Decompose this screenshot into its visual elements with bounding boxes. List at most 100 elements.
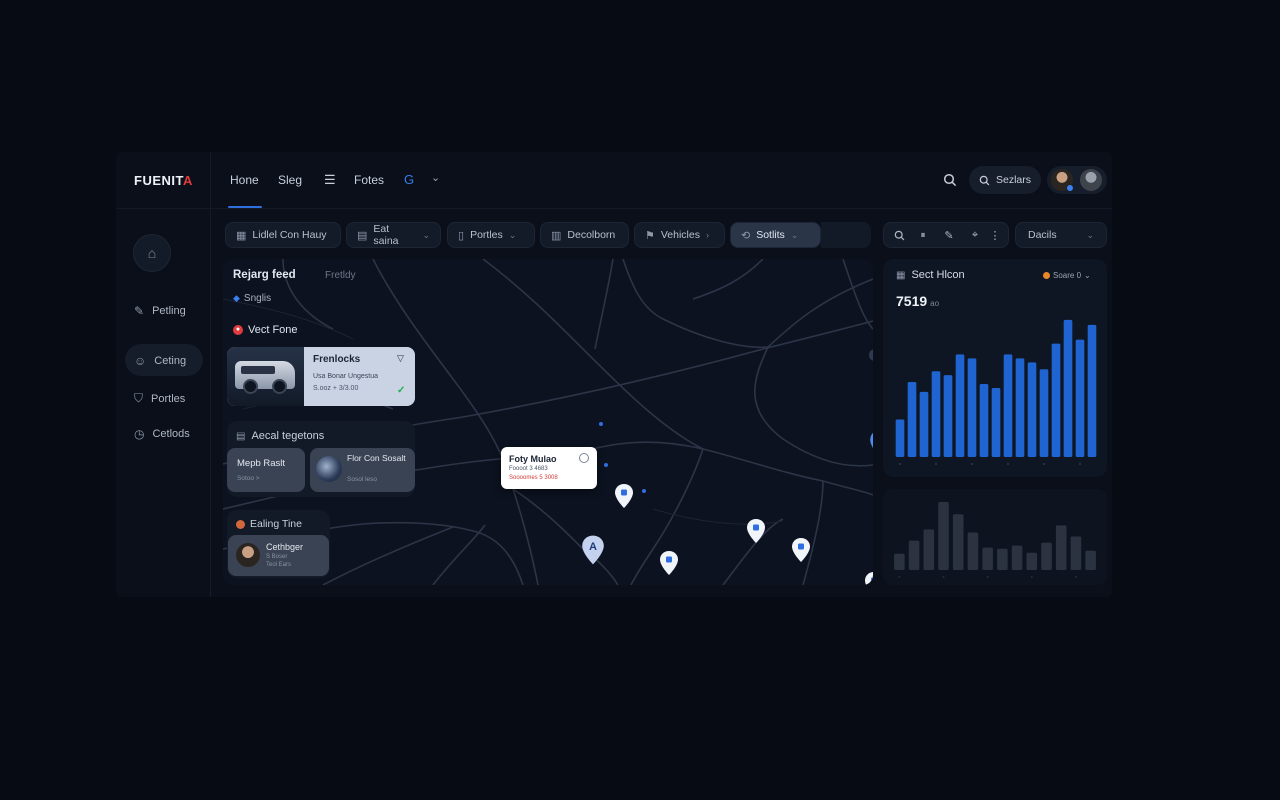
chart-bar[interactable] bbox=[1027, 362, 1037, 457]
chart-bar[interactable] bbox=[923, 529, 935, 570]
nav-home[interactable]: Hone bbox=[230, 173, 259, 187]
search-icon[interactable] bbox=[940, 170, 960, 190]
vert-fone-header: ● Vect Fone bbox=[233, 324, 298, 336]
chevron-down-icon[interactable]: ▽ bbox=[397, 353, 404, 364]
route-icon: ⟲ bbox=[741, 229, 751, 242]
chevron-right-icon: › bbox=[705, 230, 709, 240]
chart-bar[interactable] bbox=[979, 384, 989, 457]
chart-bar[interactable] bbox=[907, 382, 917, 457]
svg-text:A: A bbox=[589, 541, 597, 553]
filter-pill[interactable]: ▤ Eat saina ⌄ bbox=[346, 222, 441, 248]
chart-bar[interactable] bbox=[1070, 536, 1082, 570]
app-logo[interactable]: FUENITA bbox=[134, 173, 193, 188]
map-pin-icon[interactable]: A bbox=[581, 534, 605, 566]
chart-bar[interactable] bbox=[1063, 319, 1073, 457]
chart-bar[interactable] bbox=[938, 502, 949, 570]
chevron-down-icon: ⌄ bbox=[790, 229, 799, 240]
filter-pill-active[interactable]: ⟲ Sotlits ⌄ bbox=[730, 222, 821, 248]
chart-bar[interactable] bbox=[955, 354, 965, 457]
filter-pill[interactable]: ▯ Portles ⌄ bbox=[447, 222, 535, 248]
billing-card[interactable]: Cethbger S Boser Teol Ears bbox=[228, 535, 329, 576]
map-pin-icon[interactable] bbox=[746, 518, 766, 544]
details-dropdown[interactable]: Dacils ⌄ bbox=[1015, 222, 1107, 248]
chart-bar[interactable] bbox=[952, 514, 964, 570]
chevron-down-icon[interactable]: ⌄ bbox=[431, 171, 440, 184]
info-icon[interactable] bbox=[579, 453, 589, 463]
pen-icon[interactable]: ✎ bbox=[942, 228, 956, 242]
chart-bar[interactable] bbox=[1075, 339, 1085, 457]
avatar bbox=[236, 543, 260, 567]
singles-toggle[interactable]: ◆ Snglis bbox=[233, 293, 271, 304]
sidebar-item-ceting[interactable]: ☺ Ceting bbox=[134, 354, 186, 368]
menu-icon[interactable]: ☰ bbox=[324, 172, 336, 188]
chart-bar[interactable] bbox=[895, 419, 905, 457]
chart-bar[interactable] bbox=[1055, 525, 1067, 570]
chart-bar[interactable] bbox=[1026, 552, 1038, 570]
chart-bar[interactable] bbox=[967, 358, 977, 457]
region-card-title: Flor Con Sosalt bbox=[347, 453, 406, 463]
chart-bar[interactable] bbox=[1039, 369, 1049, 457]
axis-tick-mark bbox=[1079, 463, 1081, 465]
feed-tab-active[interactable]: Rejarg feed bbox=[233, 269, 296, 281]
user-switcher[interactable] bbox=[1047, 166, 1107, 194]
sidebar-item-portles[interactable]: ⛉ Portles bbox=[134, 391, 185, 406]
details-dropdown-label: Dacils bbox=[1028, 229, 1057, 241]
map-pin-icon[interactable] bbox=[791, 537, 811, 563]
map-pin-icon[interactable] bbox=[659, 550, 679, 576]
chart-bar[interactable] bbox=[991, 387, 1001, 457]
clock-icon: ◷ bbox=[134, 427, 145, 441]
chart-bar[interactable] bbox=[997, 548, 1008, 570]
google-icon[interactable]: G bbox=[404, 172, 414, 187]
header-divider bbox=[116, 208, 1112, 209]
chart-bar[interactable] bbox=[1003, 354, 1013, 457]
map-pin-icon[interactable] bbox=[614, 483, 634, 509]
nav-sleg[interactable]: Sleg bbox=[278, 173, 302, 187]
sidebar-item-cetlods[interactable]: ◷ Cetlods bbox=[134, 427, 190, 441]
billing-card-sub: Teol Ears bbox=[266, 562, 292, 568]
avatar[interactable] bbox=[1080, 169, 1102, 191]
chart-bar[interactable] bbox=[1085, 550, 1096, 570]
filter-pill[interactable]: ▦ Lidlel Con Hauy bbox=[225, 222, 341, 248]
axis-tick-mark bbox=[935, 463, 937, 465]
axis-tick-mark bbox=[1030, 576, 1033, 578]
chevron-down-icon: ⌄ bbox=[1086, 229, 1094, 240]
chart-bar[interactable] bbox=[967, 532, 979, 570]
search-icon[interactable] bbox=[892, 228, 906, 242]
chart-bar[interactable] bbox=[1051, 343, 1061, 457]
axis-tick-mark bbox=[971, 463, 973, 465]
chart-bar[interactable] bbox=[982, 547, 993, 570]
chart-bar[interactable] bbox=[943, 375, 953, 457]
pin-tool-icon[interactable]: ⌖ bbox=[968, 228, 982, 242]
pencil-icon: ✎ bbox=[134, 304, 145, 318]
chart-bar[interactable] bbox=[908, 540, 920, 570]
location-halo bbox=[869, 349, 873, 361]
sidebar-home-icon[interactable]: ⌂ bbox=[133, 234, 171, 272]
more-icon[interactable]: ⋮ bbox=[988, 228, 1002, 242]
map-pin-icon[interactable]: A bbox=[869, 428, 873, 460]
map-pin-icon[interactable] bbox=[864, 571, 873, 585]
chart-bar[interactable] bbox=[919, 391, 929, 457]
singles-label: Snglis bbox=[243, 293, 272, 304]
map-tooltip[interactable]: Foty Mulao Foooot 3 4683 Soooomes 5 3008 bbox=[501, 447, 597, 489]
grid-icon: ▦ bbox=[236, 229, 247, 242]
sidebar-item-label: Ceting bbox=[154, 355, 187, 367]
chart-bar[interactable] bbox=[931, 371, 941, 457]
filter-pill[interactable]: ⚑ Vehicles › bbox=[634, 222, 725, 248]
sidebar-item-label: Petling bbox=[152, 305, 186, 317]
chart-bar[interactable] bbox=[1041, 542, 1052, 570]
chart-bar[interactable] bbox=[1015, 358, 1025, 457]
feed-tab-inactive[interactable]: Fretldy bbox=[325, 270, 356, 281]
search-button[interactable]: Sezlars bbox=[969, 166, 1041, 194]
sidebar-item-petling[interactable]: ✎ Petling bbox=[134, 304, 186, 318]
shield-icon: ⛉ bbox=[134, 391, 144, 405]
pause-icon[interactable]: ⏸ bbox=[916, 228, 930, 242]
chart-bar[interactable] bbox=[894, 553, 905, 570]
region-card[interactable]: Flor Con Sosalt Sosol leso bbox=[310, 448, 415, 492]
chart-bar[interactable] bbox=[1011, 545, 1023, 570]
filter-pill[interactable]: ▥ Decolborn bbox=[540, 222, 629, 248]
chevron-down-icon: ⌄ bbox=[508, 229, 517, 240]
vehicle-card[interactable]: Frenlocks Usa Bonar Ungestua S.ooz + 3/3… bbox=[227, 347, 415, 406]
chart-bar[interactable] bbox=[1087, 324, 1097, 457]
nav-fotes[interactable]: Fotes bbox=[354, 173, 384, 187]
region-card[interactable]: Mepb Raslt Sotoo > bbox=[227, 448, 305, 492]
